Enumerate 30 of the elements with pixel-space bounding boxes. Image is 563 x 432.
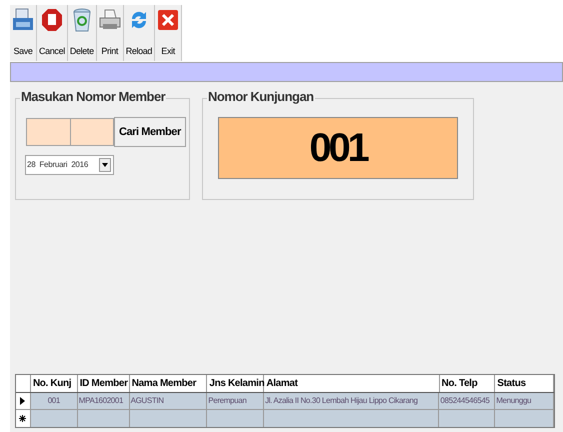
table-cell: Menunggu — [495, 393, 554, 409]
column-header[interactable]: No. Telp — [440, 375, 496, 392]
visit-number-display: 001 — [218, 117, 458, 179]
table-cell: Jl. Azalia II No.30 Lembah Hijau Lippo Cikarang — [264, 393, 440, 409]
group-title: Nomor Kunjungan — [207, 89, 315, 105]
row-indicator[interactable] — [16, 393, 31, 409]
toolbar-button[interactable]: Save — [10, 5, 37, 61]
trash-bin-icon — [70, 8, 93, 32]
close-icon — [157, 8, 180, 32]
member-number-field[interactable] — [26, 118, 114, 146]
toolbar-button[interactable]: Cancel — [37, 5, 68, 61]
table-cell: MPA1602001 — [78, 393, 130, 409]
toolbar-button[interactable]: Print — [96, 5, 124, 61]
printer-disk-icon — [12, 8, 34, 32]
table-cell: AGUSTIN — [130, 393, 208, 409]
column-header[interactable]: Nama Member — [130, 375, 208, 392]
printer-icon — [98, 8, 121, 32]
toolbar-button[interactable]: Reload — [124, 5, 156, 61]
column-header[interactable]: Alamat — [264, 375, 440, 392]
search-member-button[interactable]: Cari Member — [114, 117, 186, 147]
column-header[interactable]: Jns Kelamin — [207, 375, 264, 392]
column-header[interactable]: Status — [495, 375, 554, 392]
date-picker[interactable]: 28 Februari 2016 — [25, 155, 114, 175]
table-cell: 085244546545 — [439, 393, 496, 409]
toolbar-button[interactable]: Exit — [155, 5, 182, 61]
column-header[interactable]: ID Member — [78, 375, 130, 392]
table-cell: Perempuan — [207, 393, 264, 409]
column-header[interactable]: No. Kunj — [30, 375, 78, 392]
current-row-icon — [20, 397, 26, 405]
toolbar-button[interactable]: Delete — [68, 5, 97, 61]
